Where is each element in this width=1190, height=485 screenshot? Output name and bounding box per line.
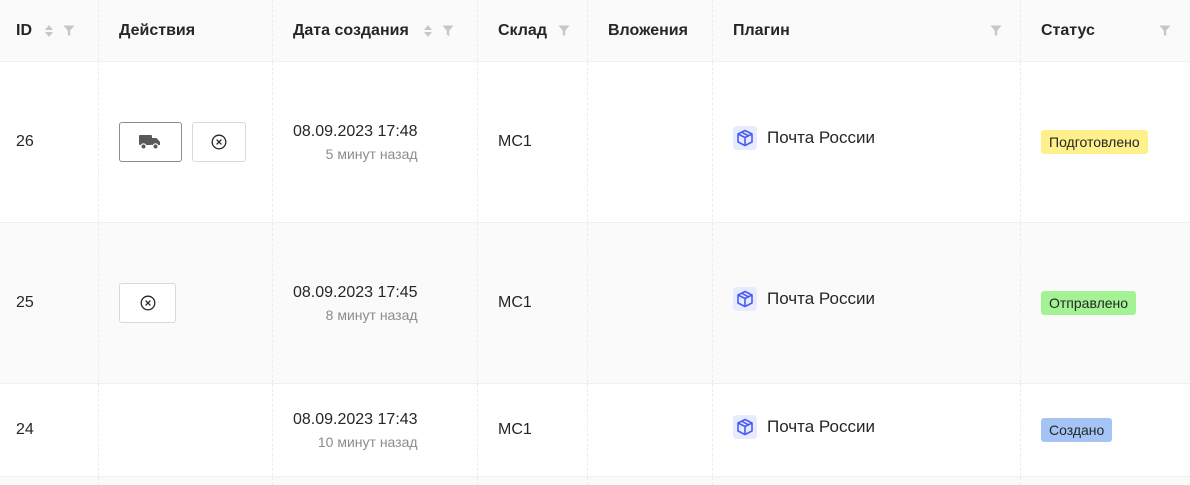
- column-header-label: Вложения: [608, 21, 688, 39]
- cell-attachments: [588, 62, 713, 222]
- warehouse-value: МС1: [498, 421, 532, 438]
- table-header: ID Действия Дата создания Склад Вложения: [0, 0, 1190, 62]
- plugin-name: Почта России: [767, 289, 875, 308]
- column-header-actions: Действия: [99, 0, 273, 61]
- created-relative: 10 минут назад: [317, 433, 418, 450]
- cell-status: Создано: [1021, 384, 1190, 476]
- cell-created: 08.09.2023 17:45 8 минут назад: [273, 223, 478, 383]
- status-badge: Подготовлено: [1041, 130, 1148, 154]
- cell-plugin: [713, 477, 1021, 485]
- truck-icon: [139, 135, 161, 150]
- box-icon: [733, 126, 757, 150]
- table-row[interactable]: 25 08.09.2023 17:45 8 минут назад МС1 По…: [0, 223, 1190, 384]
- cell-attachments: [588, 477, 713, 485]
- filter-icon[interactable]: [990, 25, 1002, 37]
- cell-plugin: Почта России: [713, 384, 1021, 476]
- created-date: 08.09.2023 17:48: [293, 122, 418, 140]
- warehouse-value: МС1: [498, 133, 532, 150]
- cell-status: Отправлено: [1021, 223, 1190, 383]
- created-relative: 8 минут назад: [325, 306, 418, 323]
- cell-actions: [99, 223, 273, 383]
- cell-created: [273, 477, 478, 485]
- orders-table: ID Действия Дата создания Склад Вложения: [0, 0, 1190, 485]
- cell-actions: [99, 477, 273, 485]
- created-relative: 5 минут назад: [325, 145, 418, 162]
- column-header-created[interactable]: Дата создания: [273, 0, 478, 61]
- created-date: 08.09.2023 17:45: [293, 283, 418, 301]
- column-header-label: Действия: [119, 21, 196, 39]
- column-header-label: Плагин: [733, 21, 790, 39]
- cancel-icon: [211, 134, 227, 150]
- order-id: 26: [16, 133, 34, 150]
- column-header-plugin[interactable]: Плагин: [713, 0, 1021, 61]
- column-header-label: Склад: [498, 21, 547, 39]
- cell-actions: [99, 62, 273, 222]
- cancel-icon: [140, 295, 155, 311]
- cell-attachments: [588, 384, 713, 476]
- order-id: 24: [16, 421, 34, 438]
- cell-id: [0, 477, 99, 485]
- cell-actions: [99, 384, 273, 476]
- filter-icon[interactable]: [1159, 25, 1171, 37]
- cell-status: [1021, 477, 1190, 485]
- column-header-label: Статус: [1041, 21, 1095, 39]
- cell-id: 26: [0, 62, 99, 222]
- box-icon: [733, 415, 757, 439]
- column-header-status[interactable]: Статус: [1021, 0, 1190, 61]
- table-row[interactable]: 24 08.09.2023 17:43 10 минут назад МС1 П…: [0, 384, 1190, 477]
- column-header-warehouse[interactable]: Склад: [478, 0, 588, 61]
- cancel-button[interactable]: [191, 122, 246, 162]
- column-header-label: ID: [16, 21, 32, 39]
- plugin-name: Почта России: [767, 417, 875, 436]
- cell-attachments: [588, 223, 713, 383]
- filter-icon[interactable]: [442, 25, 454, 37]
- cell-created: 08.09.2023 17:43 10 минут назад: [273, 384, 478, 476]
- cell-warehouse: МС1: [478, 223, 588, 383]
- status-badge: Создано: [1041, 418, 1113, 442]
- cell-plugin: Почта России: [713, 223, 1021, 383]
- cell-plugin: Почта России: [713, 62, 1021, 222]
- ship-button[interactable]: [119, 122, 182, 162]
- cell-warehouse: [478, 477, 588, 485]
- column-header-id[interactable]: ID: [0, 0, 99, 61]
- cell-status: Подготовлено: [1021, 62, 1190, 222]
- table-row[interactable]: 26 08.09.2023 17:48 5 минут назад МС1 По…: [0, 62, 1190, 223]
- warehouse-value: МС1: [498, 294, 532, 311]
- cell-warehouse: МС1: [478, 384, 588, 476]
- cell-id: 24: [0, 384, 99, 476]
- status-badge: Отправлено: [1041, 291, 1137, 315]
- table-row-partial: [0, 477, 1190, 485]
- sort-icon[interactable]: [45, 24, 53, 37]
- created-date: 08.09.2023 17:43: [293, 410, 418, 428]
- box-icon: [733, 287, 757, 311]
- column-header-attachments: Вложения: [588, 0, 713, 61]
- column-header-label: Дата создания: [293, 21, 409, 39]
- cancel-button[interactable]: [119, 283, 176, 323]
- order-id: 25: [16, 294, 34, 311]
- filter-icon[interactable]: [558, 25, 570, 37]
- cell-created: 08.09.2023 17:48 5 минут назад: [273, 62, 478, 222]
- cell-id: 25: [0, 223, 99, 383]
- cell-warehouse: МС1: [478, 62, 588, 222]
- plugin-name: Почта России: [767, 128, 875, 147]
- filter-icon[interactable]: [63, 25, 75, 37]
- sort-icon[interactable]: [424, 24, 432, 37]
